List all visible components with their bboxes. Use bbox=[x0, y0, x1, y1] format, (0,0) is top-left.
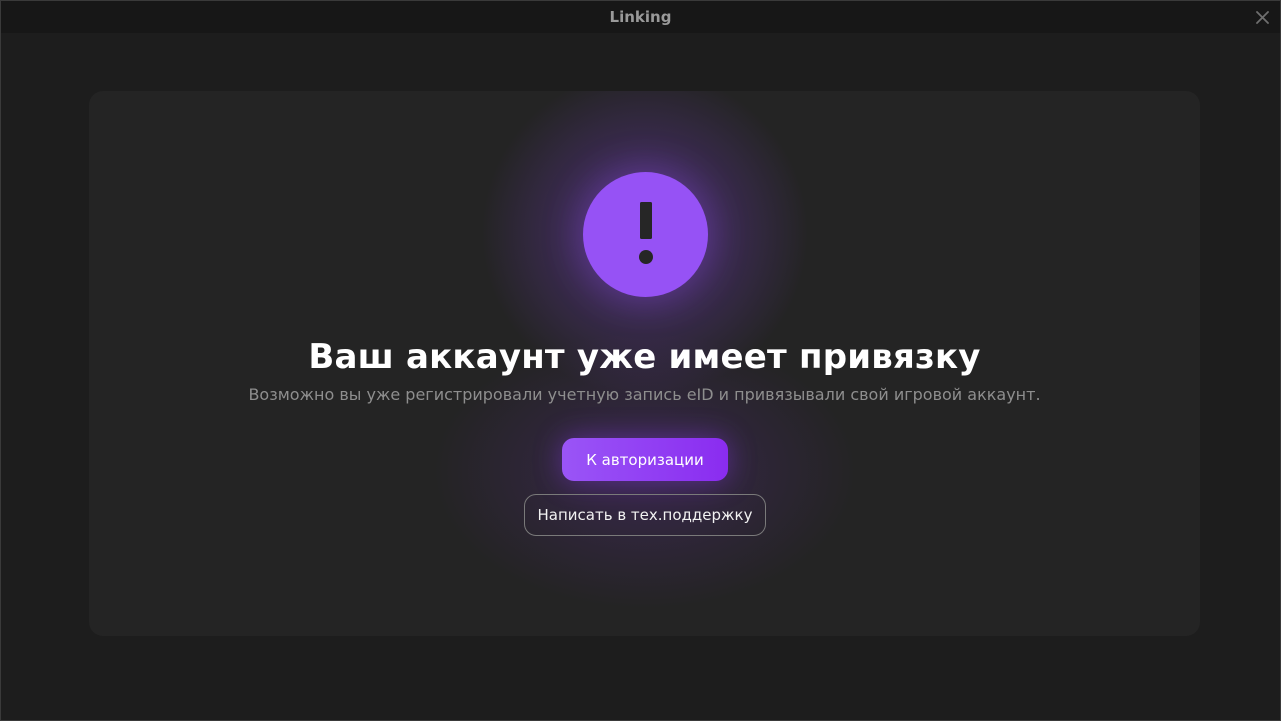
dialog-panel: Ваш аккаунт уже имеет привязку Возможно … bbox=[89, 91, 1200, 636]
linking-window: Linking Ваш аккаунт уже имеет привязку В… bbox=[0, 0, 1281, 721]
close-icon bbox=[1255, 10, 1269, 24]
exclamation-mark-icon bbox=[638, 201, 653, 264]
to-authorization-button[interactable]: К авторизации bbox=[562, 438, 728, 481]
contact-support-button[interactable]: Написать в тех.поддержку bbox=[524, 494, 766, 536]
close-button[interactable] bbox=[1253, 8, 1271, 26]
window-title: Linking bbox=[609, 8, 672, 26]
exclamation-circle-icon bbox=[583, 172, 708, 297]
dialog-heading: Ваш аккаунт уже имеет привязку bbox=[308, 337, 981, 377]
dialog-message: Возможно вы уже регистрировали учетную з… bbox=[248, 385, 1041, 404]
title-bar: Linking bbox=[1, 1, 1280, 33]
